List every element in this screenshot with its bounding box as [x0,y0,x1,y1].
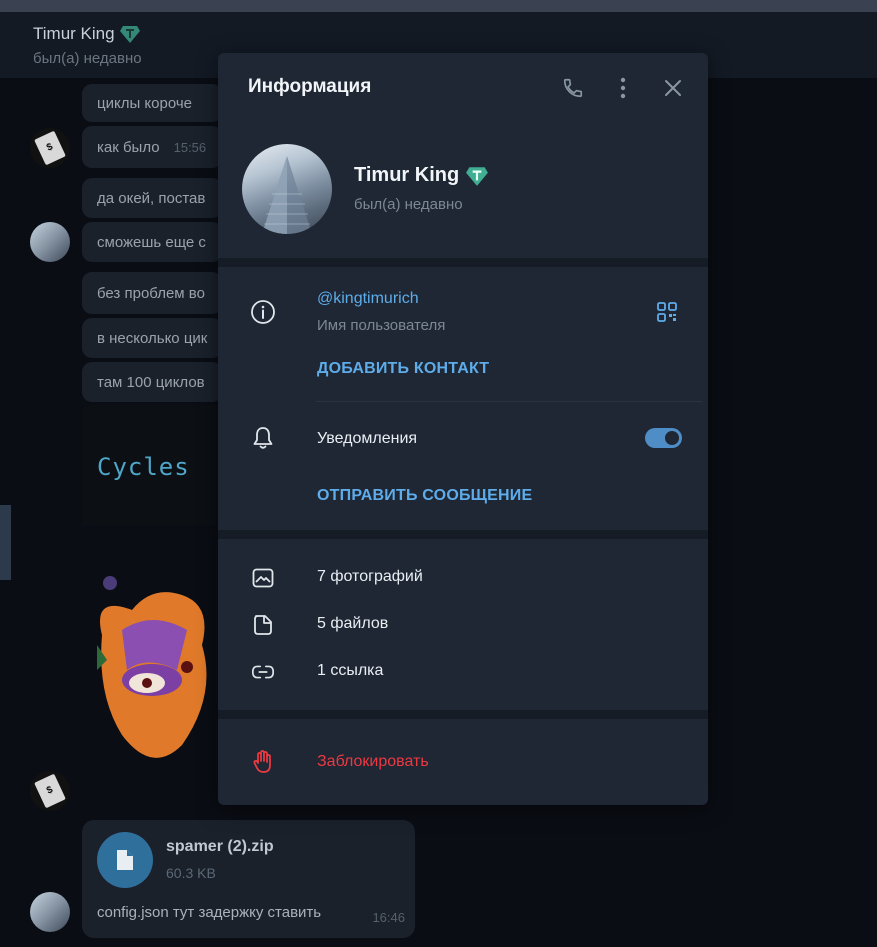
section-divider [218,530,708,539]
file-download-button[interactable] [97,832,153,888]
send-message-button[interactable]: ОТПРАВИТЬ СООБЩЕНИЕ [317,487,532,505]
verified-badge-icon [466,166,489,186]
qr-code-button[interactable] [655,300,679,324]
sender-avatar[interactable] [30,892,70,932]
sticker-image[interactable] [92,575,222,775]
message-bubble[interactable]: циклы короче [82,84,222,122]
message-text: без проблем во [97,284,205,302]
message-text: да окей, постав [97,189,206,207]
profile-avatar[interactable] [242,144,332,234]
more-options-button[interactable] [608,73,638,103]
code-screenshot[interactable]: Cycles [82,405,222,525]
links-count: 1 ссылка [317,662,384,679]
message-text: циклы короче [97,94,192,112]
section-divider [218,258,708,267]
phone-icon [563,78,583,98]
bell-icon [250,425,276,451]
dialog-title: Информация [248,76,372,97]
message-bubble[interactable]: да окей, постав [82,178,222,218]
message-text: там 100 циклов [97,373,205,391]
sender-avatar[interactable] [30,222,70,262]
message-bubble[interactable]: в несколько цик [82,318,222,358]
user-info-dialog: Информация Timur King был(а) недавно @ki… [218,53,708,805]
photo-icon [250,565,276,591]
section-divider [218,710,708,719]
message-bubble[interactable]: как было 15:56 [82,126,222,168]
toggle-knob [663,429,681,447]
add-contact-button[interactable]: ДОБАВИТЬ КОНТАКТ [317,360,489,378]
message-time: 15:56 [173,139,207,155]
profile-name-row: Timur King [354,164,489,187]
call-button[interactable] [558,73,588,103]
hand-stop-icon [250,749,276,775]
code-screenshot-text: Cycles [97,453,190,481]
document-icon [117,850,133,870]
chat-title: Timur King [33,24,141,44]
info-icon [250,299,276,325]
username-label: Имя пользователя [317,317,446,334]
files-row[interactable]: 5 файлов [218,602,708,646]
more-vertical-icon [620,77,626,99]
notifications-label: Уведомления [317,430,418,447]
building-photo [262,156,312,234]
profile-status: был(а) недавно [354,196,463,213]
files-count: 5 файлов [317,615,389,632]
message-bubble[interactable]: сможешь еще с [82,222,222,262]
chat-name: Timur King [33,24,115,43]
profile-name: Timur King [354,164,460,186]
links-row[interactable]: 1 ссылка [218,649,708,693]
link-icon [250,659,276,685]
file-icon [250,612,276,638]
photos-row[interactable]: 7 фотографий [218,555,708,599]
message-text: сможешь еще с [97,233,206,251]
row-divider [316,401,702,402]
close-icon [665,80,681,96]
file-name: spamer (2).zip [166,838,274,855]
message-text: config.json тут задержку ставить [97,904,322,921]
scroll-accent [0,505,11,580]
message-text: как было [97,138,160,156]
username-value[interactable]: @kingtimurich [317,290,419,308]
window-top-strip [0,0,877,12]
message-bubble[interactable]: там 100 циклов [82,362,222,402]
notifications-toggle[interactable] [645,428,682,448]
qr-code-icon [657,302,677,322]
sender-avatar[interactable]: $ [30,771,70,811]
file-size: 60.3 KB [166,865,216,881]
verified-badge-icon [119,26,140,43]
block-user-button[interactable]: Заблокировать [317,753,429,771]
message-bubble[interactable]: без проблем во [82,272,222,314]
sender-avatar[interactable]: $ [30,128,70,168]
close-button[interactable] [658,73,688,103]
chat-status: был(а) недавно [33,50,142,67]
message-text: в несколько цик [97,329,208,347]
photos-count: 7 фотографий [317,568,423,585]
file-message[interactable]: spamer (2).zip 60.3 KB config.json тут з… [82,820,415,938]
message-time: 16:46 [372,910,405,925]
